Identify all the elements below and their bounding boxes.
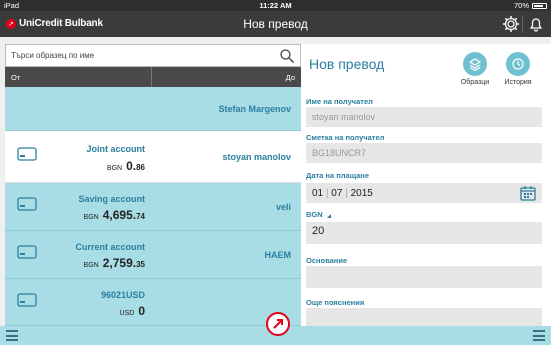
history-button[interactable]: История [500, 52, 536, 86]
templates-button[interactable]: Образци [457, 52, 493, 86]
app-header: ➚ UniCredit Bulbank Нов превод [0, 11, 551, 37]
recipient-name: veli [275, 202, 291, 212]
notes-label: Още пояснения [306, 298, 365, 307]
header-divider [522, 15, 523, 33]
column-to-label: До [285, 73, 295, 82]
account-name: Joint account [86, 144, 145, 154]
account-cell-2[interactable]: Saving account BGN 4,695.74 [5, 183, 155, 231]
date-year: 2015 [350, 188, 373, 199]
recipient-account-field[interactable]: BG18UNCR7 [306, 143, 542, 163]
account-balance: USD 0 [119, 304, 145, 318]
templates-icon [463, 52, 487, 76]
account-balance: BGN 0.86 [106, 159, 145, 173]
payment-date-field[interactable]: 01 | 07 | 2015 [306, 183, 542, 203]
recipient-name: Stefan Margenov [218, 104, 291, 114]
history-label: История [504, 79, 532, 86]
card-icon [17, 147, 37, 161]
account-name: Current account [75, 242, 145, 252]
dropdown-triangle-icon [326, 214, 331, 218]
recipient-account-label: Сметка на получател [306, 133, 385, 142]
recipient-name: HAEM [264, 250, 292, 260]
column-divider [151, 67, 152, 87]
search-placeholder: Търси образец по име [11, 51, 95, 60]
currency-selector[interactable]: BGN [306, 210, 331, 219]
calendar-icon[interactable] [520, 185, 536, 201]
gear-icon[interactable] [501, 14, 521, 34]
recipient-cell-0[interactable]: Stefan Margenov [155, 87, 301, 131]
recipient-name: stoyan manolov [222, 152, 291, 162]
date-day: 01 [312, 188, 324, 199]
account-cell-3[interactable]: Current account BGN 2,759.35 [5, 231, 155, 279]
recipient-cell-2[interactable]: veli [155, 183, 301, 231]
card-icon [17, 293, 37, 307]
templates-label: Образци [460, 79, 490, 86]
search-icon[interactable] [279, 48, 295, 64]
account-name: Saving account [78, 194, 145, 204]
form-title: Нов превод [309, 56, 385, 72]
battery-icon [532, 2, 547, 9]
amount-field[interactable]: 20 [306, 222, 542, 244]
reason-field[interactable] [306, 266, 542, 288]
card-icon [17, 245, 37, 259]
date-month: 07 [331, 188, 343, 199]
account-name: 96021USD [100, 290, 145, 300]
battery-percent: 70% [513, 1, 529, 10]
status-bar: iPad 11:22 AM 70% [0, 0, 551, 11]
notes-field[interactable] [306, 308, 542, 326]
recipient-cell-1[interactable]: stoyan manolov [155, 131, 301, 183]
right-menu-icon[interactable] [533, 330, 545, 341]
recipient-name-label: Име на получател [306, 97, 373, 106]
account-cell-4[interactable]: 96021USD USD 0 [5, 279, 155, 326]
column-from-label: От [11, 73, 21, 82]
account-cell-0[interactable] [5, 87, 155, 131]
recipient-cell-3[interactable]: HAEM [155, 231, 301, 279]
account-balance: BGN 4,695.74 [83, 208, 145, 222]
unicredit-brand-icon[interactable] [266, 312, 290, 336]
account-balance: BGN 2,759.35 [83, 256, 145, 270]
history-icon [506, 52, 530, 76]
recipient-name-field[interactable]: stoyan manolov [306, 107, 542, 127]
transfer-form: Нов превод Образци История Име на получа… [301, 44, 551, 326]
payment-date-label: Дата на плащане [306, 171, 369, 180]
left-menu-icon[interactable] [6, 330, 18, 341]
status-right: 70% [514, 1, 547, 10]
reason-label: Основание [306, 256, 348, 265]
templates-panel: Търси образец по име От До Stefan Margen… [5, 44, 301, 326]
page-title: Нов превод [243, 17, 308, 31]
card-icon [17, 197, 37, 211]
column-header: От До [5, 67, 301, 87]
bottom-bar [0, 312, 551, 345]
bell-icon[interactable] [526, 14, 546, 34]
search-input[interactable]: Търси образец по име [5, 44, 301, 67]
account-cell-1[interactable]: Joint account BGN 0.86 [5, 131, 155, 183]
template-list: Stefan Margenov Joint account BGN 0.86 st… [5, 87, 301, 326]
status-time: 11:22 AM [259, 1, 292, 10]
